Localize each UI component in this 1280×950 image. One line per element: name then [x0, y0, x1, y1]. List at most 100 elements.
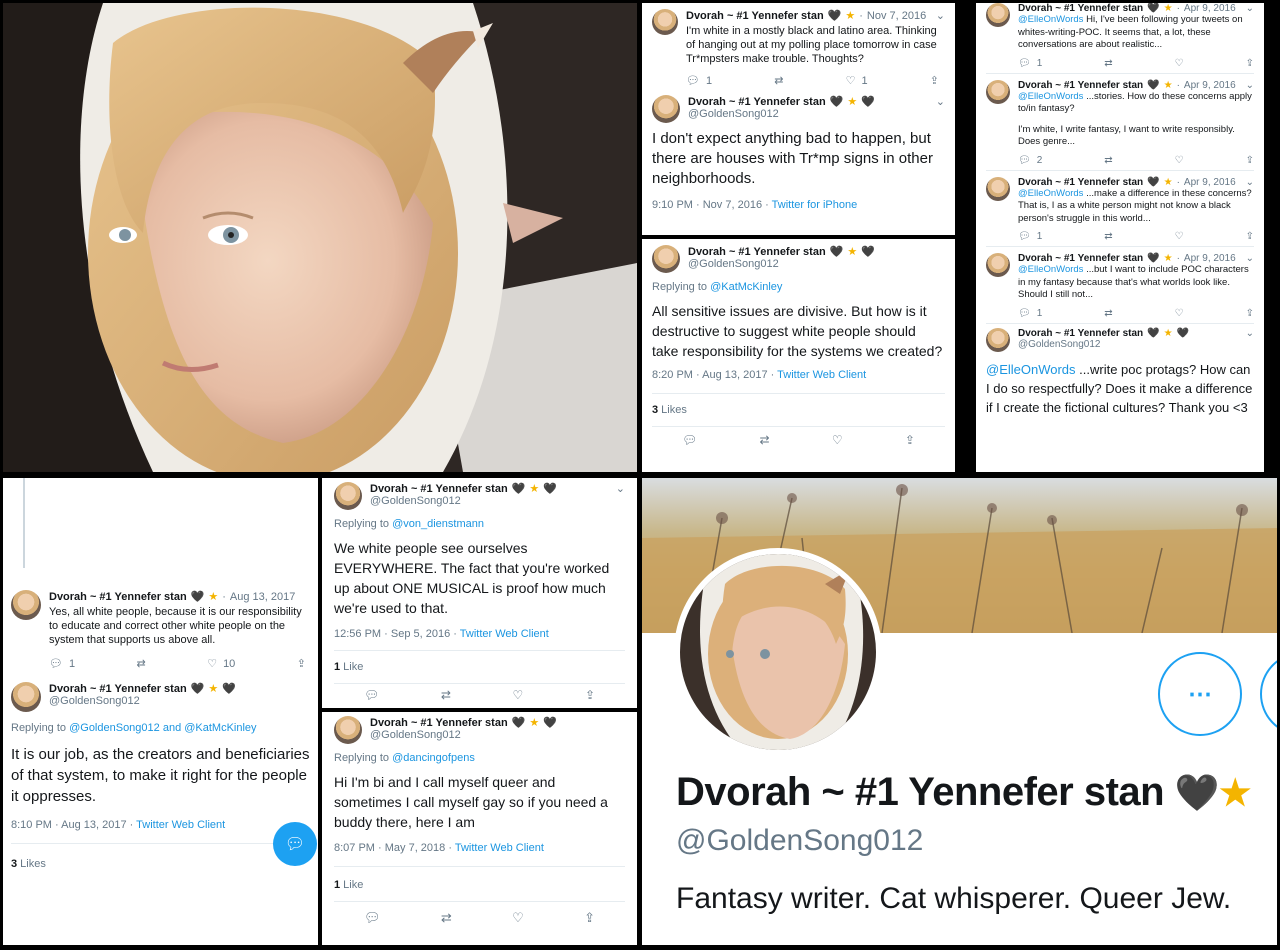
reply-button[interactable]: 💬︎ 1 [1018, 58, 1042, 69]
tweet-client[interactable]: Twitter Web Client [136, 819, 225, 831]
reply-mention-link[interactable]: @dancingofpens [392, 752, 475, 764]
author-name[interactable]: Dvorah ~ #1 Yennefer stan [1018, 3, 1143, 14]
heart-outline-icon[interactable]: ♡ [512, 910, 524, 926]
likes-count-link[interactable]: 3 Likes [11, 844, 310, 870]
tweet-timestamp[interactable]: 12:56 PM · Sep 5, 2016 · [334, 628, 460, 640]
reply-button[interactable]: 💬︎ 1 [49, 657, 75, 671]
chevron-down-icon[interactable]: ⌄ [616, 482, 625, 495]
chevron-down-icon[interactable]: ⌄ [936, 9, 945, 22]
tweet-date[interactable]: Apr 9, 2016 [1184, 80, 1236, 91]
heart-outline-icon[interactable]: ♡ [1175, 155, 1184, 166]
tweet-date[interactable]: Apr 9, 2016 [1184, 3, 1236, 14]
mention-link[interactable]: @ElleOnWords [986, 362, 1076, 377]
tweet-date[interactable]: Apr 9, 2016 [1184, 177, 1236, 188]
author-handle[interactable]: @GoldenSong012 [49, 695, 310, 707]
likes-count-link[interactable]: 1 Like [334, 867, 625, 891]
like-button[interactable]: ♡ 1 [846, 74, 868, 88]
avatar[interactable] [986, 253, 1010, 277]
author-handle[interactable]: @GoldenSong012 [688, 108, 945, 120]
tweet-client[interactable]: Twitter for iPhone [772, 199, 858, 211]
mention-link[interactable]: @ElleOnWords [1018, 14, 1083, 25]
retweet-button[interactable]: ⇄ [774, 74, 783, 87]
author-name[interactable]: Dvorah ~ #1 Yennefer stan [688, 246, 826, 258]
mention-link[interactable]: @ElleOnWords [1018, 91, 1083, 102]
chevron-down-icon[interactable]: ⌄ [1246, 253, 1254, 264]
share-icon[interactable]: ⇪ [1246, 58, 1254, 69]
reply-icon[interactable]: 💬︎ [682, 433, 697, 447]
tweet-date[interactable]: Nov 7, 2016 [867, 10, 926, 22]
tweet-timestamp[interactable]: 8:20 PM · Aug 13, 2017 · [652, 369, 777, 381]
author-handle[interactable]: @GoldenSong012 [688, 258, 945, 270]
retweet-icon[interactable]: ⇄ [1104, 155, 1112, 166]
tweet-timestamp[interactable]: 8:07 PM · May 7, 2018 · [334, 842, 455, 854]
follow-button-partial[interactable] [1260, 652, 1277, 736]
tweet-date[interactable]: Aug 13, 2017 [230, 591, 295, 603]
reply-icon[interactable]: 💬︎ [364, 688, 379, 702]
heart-outline-icon[interactable]: ♡ [1175, 308, 1184, 319]
author-name[interactable]: Dvorah ~ #1 Yennefer stan [370, 483, 508, 495]
avatar[interactable] [986, 3, 1010, 27]
author-handle[interactable]: @GoldenSong012 [370, 495, 625, 507]
avatar[interactable] [334, 482, 362, 510]
author-handle[interactable]: @GoldenSong012 [370, 729, 625, 741]
avatar[interactable] [652, 95, 680, 123]
profile-avatar[interactable] [674, 548, 882, 756]
chevron-down-icon[interactable]: ⌄ [1246, 80, 1254, 91]
share-icon[interactable]: ⇪ [1246, 231, 1254, 242]
reply-mention-link[interactable]: @von_dienstmann [392, 518, 484, 530]
tweet-timestamp[interactable]: 8:10 PM · Aug 13, 2017 · [11, 819, 136, 831]
author-name[interactable]: Dvorah ~ #1 Yennefer stan [49, 683, 187, 695]
author-name[interactable]: Dvorah ~ #1 Yennefer stan [1018, 80, 1143, 91]
author-name[interactable]: Dvorah ~ #1 Yennefer stan [1018, 328, 1143, 339]
share-button[interactable]: ⇪ [930, 74, 939, 87]
share-button[interactable]: ⇪ [297, 657, 306, 670]
mention-link[interactable]: @ElleOnWords [1018, 264, 1083, 275]
author-name[interactable]: Dvorah ~ #1 Yennefer stan [1018, 253, 1143, 264]
share-icon[interactable]: ⇪ [584, 910, 595, 926]
avatar[interactable] [334, 716, 362, 744]
retweet-icon[interactable]: ⇄ [1104, 58, 1112, 69]
author-name[interactable]: Dvorah ~ #1 Yennefer stan [1018, 177, 1143, 188]
retweet-icon[interactable]: ⇄ [441, 688, 451, 702]
likes-count-link[interactable]: 1 Like [334, 651, 625, 673]
share-icon[interactable]: ⇪ [585, 688, 595, 702]
heart-outline-icon[interactable]: ♡ [1175, 231, 1184, 242]
more-options-button[interactable]: ⋯ [1158, 652, 1242, 736]
reply-button[interactable]: 💬︎ 2 [1018, 155, 1042, 166]
heart-outline-icon[interactable]: ♡ [513, 688, 524, 702]
reply-mention-link[interactable]: @KatMcKinley [710, 281, 782, 293]
chevron-down-icon[interactable]: ⌄ [1246, 177, 1254, 188]
chevron-down-icon[interactable]: ⌄ [936, 95, 945, 108]
retweet-button[interactable]: ⇄ [137, 657, 146, 670]
author-name[interactable]: Dvorah ~ #1 Yennefer stan [370, 717, 508, 729]
avatar[interactable] [652, 245, 680, 273]
tweet-timestamp[interactable]: 9:10 PM · Nov 7, 2016 · [652, 199, 772, 211]
reply-button[interactable]: 💬︎ 1 [1018, 231, 1042, 242]
author-name[interactable]: Dvorah ~ #1 Yennefer stan [688, 96, 826, 108]
author-handle[interactable]: @GoldenSong012 [1018, 339, 1254, 350]
tweet-date[interactable]: Apr 9, 2016 [1184, 253, 1236, 264]
reply-button[interactable]: 💬︎ 1 [1018, 308, 1042, 319]
avatar[interactable] [986, 327, 1010, 352]
retweet-icon[interactable]: ⇄ [441, 910, 452, 926]
tweet-client[interactable]: Twitter Web Client [460, 628, 549, 640]
like-button[interactable]: ♡ 10 [207, 657, 235, 671]
avatar[interactable] [11, 590, 41, 620]
avatar[interactable] [652, 9, 678, 35]
avatar[interactable] [986, 176, 1010, 201]
mention-link[interactable]: @ElleOnWords [1018, 188, 1083, 199]
tweet-client[interactable]: Twitter Web Client [777, 369, 866, 381]
author-name[interactable]: Dvorah ~ #1 Yennefer stan [686, 10, 824, 22]
chevron-down-icon[interactable]: ⌄ [1246, 3, 1254, 14]
reply-icon[interactable]: 💬︎ [364, 910, 381, 926]
share-icon[interactable]: ⇪ [905, 433, 915, 447]
heart-outline-icon[interactable]: ♡ [1175, 58, 1184, 69]
share-icon[interactable]: ⇪ [1246, 308, 1254, 319]
tweet-client[interactable]: Twitter Web Client [455, 842, 544, 854]
retweet-icon[interactable]: ⇄ [760, 433, 770, 447]
retweet-icon[interactable]: ⇄ [1104, 231, 1112, 242]
avatar[interactable] [11, 682, 41, 712]
avatar[interactable] [986, 79, 1010, 104]
author-name[interactable]: Dvorah ~ #1 Yennefer stan [49, 591, 187, 603]
retweet-icon[interactable]: ⇄ [1104, 308, 1112, 319]
